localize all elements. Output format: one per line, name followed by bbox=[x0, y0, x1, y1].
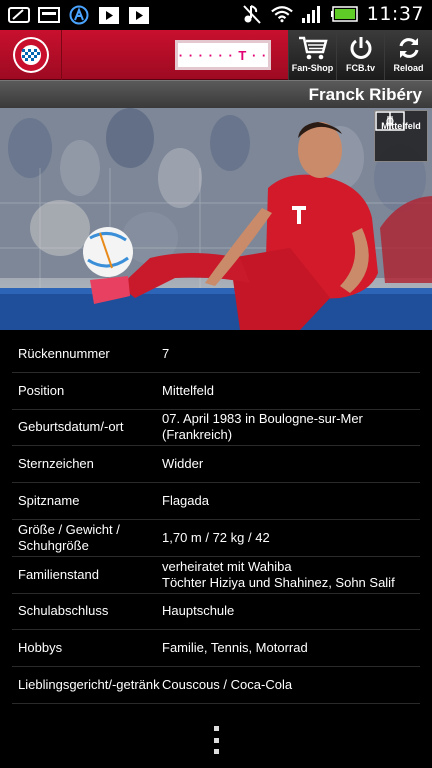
detail-value: 1,70 m / 72 kg / 42 bbox=[162, 529, 270, 545]
detail-key: Rückennummer bbox=[18, 345, 110, 361]
overflow-dot-icon bbox=[213, 737, 219, 743]
detail-value: 7 bbox=[162, 345, 170, 361]
reload-label: Reload bbox=[393, 63, 424, 73]
detail-row: Schulabschluss Hauptschule bbox=[12, 594, 420, 631]
clock: 11:37 bbox=[366, 3, 424, 25]
player-name: Franck Ribéry bbox=[308, 85, 422, 104]
assistant-icon bbox=[68, 5, 90, 25]
detail-value: Widder bbox=[162, 456, 204, 472]
header-buttons: Fan-Shop FCB.tv Reload bbox=[288, 30, 432, 80]
battery-icon bbox=[330, 4, 359, 24]
fcb-logo-icon bbox=[12, 37, 49, 73]
fcb-tv-button[interactable]: FCB.tv bbox=[336, 30, 384, 80]
player-title-bar: Franck Ribéry bbox=[0, 80, 432, 108]
detail-row: Familienstand verheiratet mit Wahiba Töc… bbox=[12, 557, 420, 594]
status-bar: 11:37 bbox=[0, 0, 432, 30]
screen-mirror-icon bbox=[8, 5, 30, 25]
pitch-icon bbox=[375, 111, 405, 131]
detail-row: Hobbys Familie, Tennis, Motorrad bbox=[12, 630, 420, 668]
detail-row: Position Mittelfeld bbox=[12, 373, 420, 410]
play-store-icon bbox=[98, 5, 120, 25]
detail-row: Rückennummer 7 bbox=[12, 336, 420, 373]
reload-icon bbox=[399, 38, 418, 58]
detail-key: Hobbys bbox=[18, 640, 63, 656]
detail-value: Mittelfeld bbox=[162, 382, 215, 398]
fan-shop-label: Fan-Shop bbox=[291, 63, 334, 73]
sponsor-banner[interactable]: · · · · · · T · · bbox=[175, 40, 271, 70]
detail-key: Sternzeichen bbox=[18, 456, 94, 472]
overflow-menu-button[interactable] bbox=[208, 726, 224, 754]
mute-icon bbox=[241, 4, 263, 24]
fcb-tv-label: FCB.tv bbox=[346, 63, 375, 73]
detail-key: Geburtsdatum/-ort bbox=[18, 419, 124, 435]
detail-key: Lieblingsgericht/-getränk bbox=[18, 677, 160, 693]
detail-value: Flagada bbox=[162, 493, 209, 509]
sponsor-logo: · · · · · · T · · bbox=[178, 47, 268, 63]
overflow-dot-icon bbox=[213, 726, 219, 731]
detail-value: Couscous / Coca-Cola bbox=[162, 677, 293, 693]
wifi-icon bbox=[270, 4, 293, 24]
detail-key: Schulabschluss bbox=[18, 603, 109, 619]
club-logo[interactable] bbox=[0, 30, 62, 80]
play-store-icon bbox=[128, 5, 150, 25]
position-badge[interactable]: Mittelfeld bbox=[374, 110, 428, 162]
player-photo: Mittelfeld bbox=[0, 108, 432, 330]
detail-row: Lieblingsgericht/-getränk Couscous / Coc… bbox=[12, 667, 420, 704]
detail-key: Größe / Gewicht / Schuhgröße bbox=[18, 521, 120, 553]
app-header: · · · · · · T · · Fan-Shop FCB.tv Reload bbox=[0, 30, 432, 80]
cart-icon bbox=[298, 36, 328, 60]
reload-button[interactable]: Reload bbox=[384, 30, 432, 80]
detail-value: Hauptschule bbox=[162, 603, 235, 619]
detail-key: Spitzname bbox=[18, 493, 80, 509]
detail-key: Familienstand bbox=[18, 566, 99, 582]
player-details: Rückennummer 7 Position Mittelfeld Gebur… bbox=[12, 336, 420, 704]
overflow-dot-icon bbox=[213, 749, 219, 754]
image-icon bbox=[38, 5, 60, 25]
detail-key: Position bbox=[18, 382, 65, 398]
detail-value: verheiratet mit Wahiba Töchter Hiziya un… bbox=[162, 558, 395, 590]
detail-row: Spitzname Flagada bbox=[12, 483, 420, 520]
fan-shop-button[interactable]: Fan-Shop bbox=[288, 30, 336, 80]
detail-value: Familie, Tennis, Motorrad bbox=[162, 640, 308, 656]
power-icon bbox=[350, 37, 371, 59]
detail-value: 07. April 1983 in Boulogne-sur-Mer (Fran… bbox=[162, 411, 363, 443]
detail-row: Sternzeichen Widder bbox=[12, 446, 420, 484]
signal-icon bbox=[301, 4, 323, 24]
player-photo-illustration bbox=[0, 108, 432, 330]
detail-row: Größe / Gewicht / Schuhgröße 1,70 m / 72… bbox=[12, 520, 420, 557]
detail-row: Geburtsdatum/-ort 07. April 1983 in Boul… bbox=[12, 410, 420, 447]
